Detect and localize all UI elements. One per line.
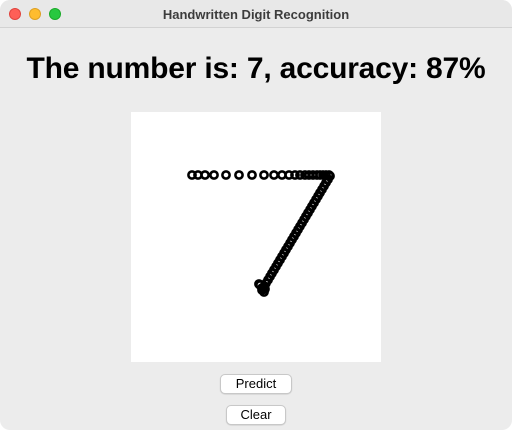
predict-button[interactable]: Predict xyxy=(220,374,292,394)
stroke-mark xyxy=(200,170,210,180)
stroke-mark xyxy=(234,170,244,180)
stroke-mark xyxy=(269,170,279,180)
handwritten-digit-drawing xyxy=(187,170,335,297)
stroke-mark xyxy=(254,279,264,289)
window-title: Handwritten Digit Recognition xyxy=(162,7,350,22)
title-bar: Handwritten Digit Recognition xyxy=(0,0,512,28)
stroke-mark xyxy=(259,170,269,180)
app-window: Handwritten Digit Recognition The number… xyxy=(0,0,512,430)
stroke-mark xyxy=(209,170,219,180)
prediction-result: The number is: 7, accuracy: 87% xyxy=(26,52,486,85)
stroke-mark xyxy=(247,170,257,180)
drawing-canvas[interactable] xyxy=(131,112,381,362)
clear-button[interactable]: Clear xyxy=(226,405,286,425)
stroke-mark xyxy=(221,170,231,180)
